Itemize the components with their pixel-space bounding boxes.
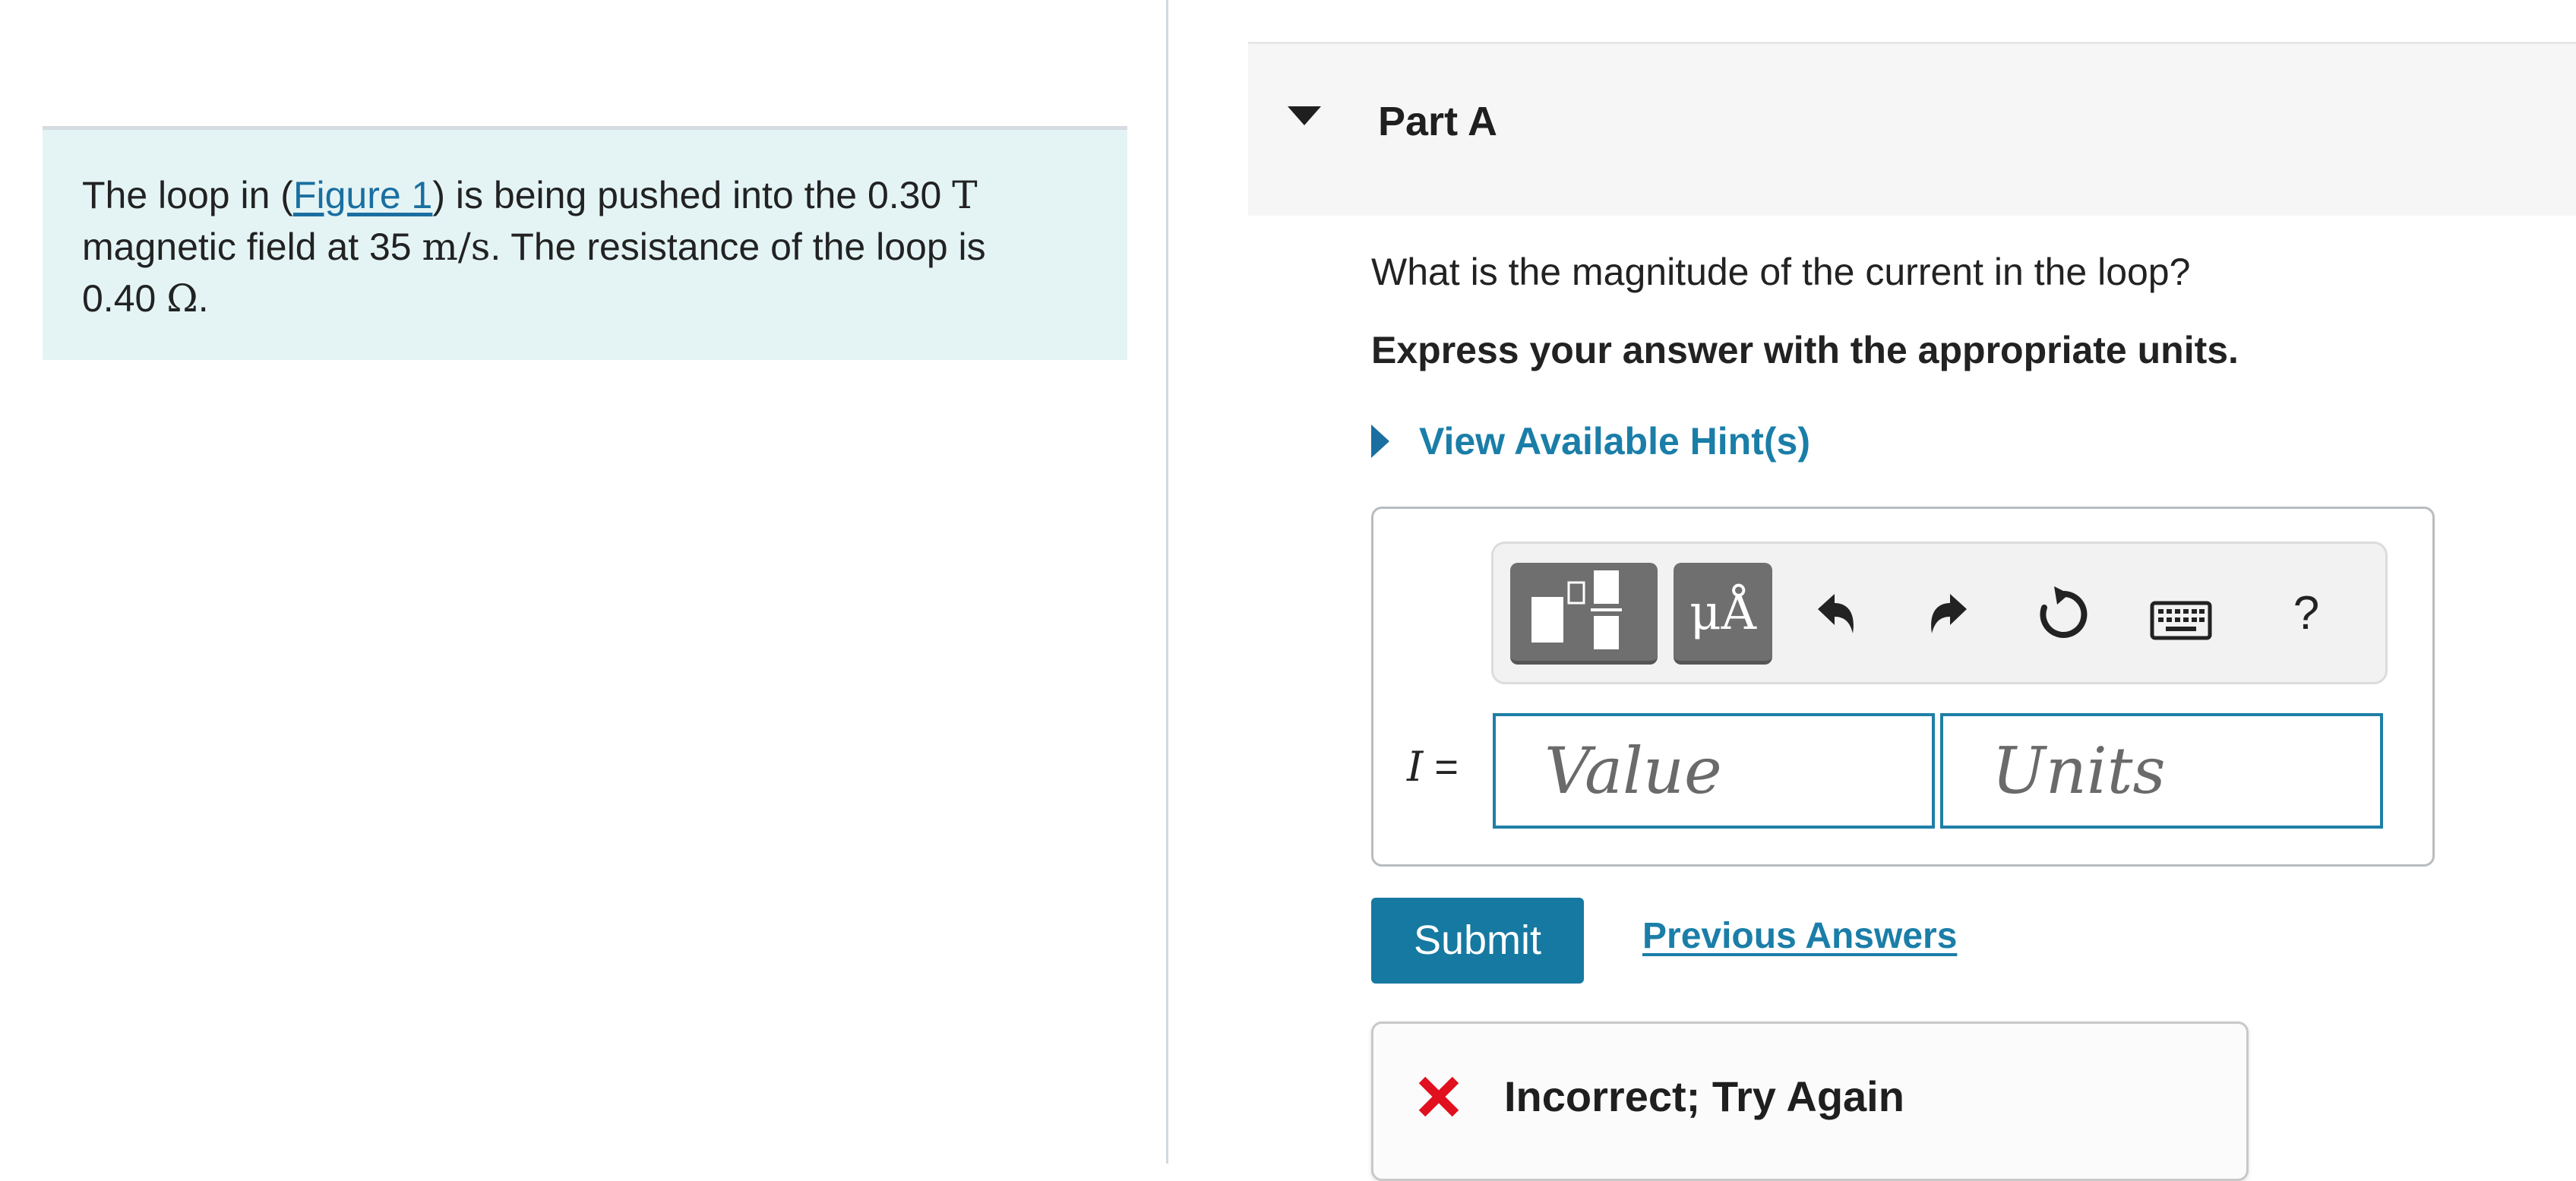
help-button[interactable]: ? (2268, 577, 2344, 653)
feedback-panel: Incorrect; Try Again (1371, 1022, 2249, 1181)
equals-sign: = (1423, 744, 1459, 790)
variable-symbol: I (1407, 743, 1424, 791)
question-text: What is the magnitude of the current in … (1371, 251, 2191, 293)
resistance-unit: Ω (166, 276, 198, 321)
feedback-message: Incorrect; Try Again (1504, 1072, 1904, 1120)
reset-button[interactable] (2025, 577, 2101, 653)
panel-divider (1166, 0, 1168, 1164)
undo-icon (1818, 594, 1854, 633)
problem-text-resistance: . The resistance of the loop is (490, 226, 986, 268)
templates-button[interactable] (1510, 563, 1658, 665)
submit-button[interactable]: Submit (1371, 898, 1584, 984)
previous-answers-link[interactable]: Previous Answers (1642, 911, 1957, 962)
value-input[interactable] (1493, 713, 1935, 829)
field-unit: T (952, 173, 978, 217)
resistance-value: 0.40 (82, 277, 167, 320)
view-hints-label: View Available Hint(s) (1419, 420, 1810, 463)
problem-statement: The loop in (Figure 1) is being pushed i… (43, 126, 1127, 360)
keyboard-button[interactable] (2143, 577, 2219, 653)
redo-icon (1931, 594, 1967, 633)
figure-link[interactable]: Figure 1 (293, 174, 432, 216)
undo-button[interactable] (1797, 577, 1873, 653)
speed-unit: m/s (422, 225, 491, 269)
reset-icon (2040, 586, 2088, 638)
fraction-template-icon (1531, 570, 1622, 649)
collapse-caret-icon[interactable] (1288, 106, 1321, 125)
math-toolbar: μÅ ? (1491, 542, 2388, 684)
units-symbol: μÅ (1689, 585, 1756, 641)
units-input[interactable] (1940, 713, 2383, 829)
problem-text-speed: magnetic field at 35 (82, 226, 422, 268)
problem-text-field: ) is being pushed into the 0.30 (432, 174, 953, 216)
part-a-header[interactable]: Part A (1248, 44, 2576, 216)
incorrect-x-icon (1418, 1076, 1459, 1117)
answer-box: μÅ ? I = Value Units (1371, 507, 2435, 867)
answer-instruction: Express your answer with the appropriate… (1371, 329, 2239, 371)
part-title: Part A (1378, 99, 1498, 144)
expand-caret-icon (1371, 425, 1389, 458)
units-button[interactable]: μÅ (1674, 563, 1772, 665)
keyboard-icon (2150, 601, 2212, 640)
problem-text-intro: The loop in ( (82, 174, 293, 216)
problem-text-period: . (198, 277, 209, 320)
redo-button[interactable] (1911, 577, 1987, 653)
variable-label: I = (1407, 737, 1459, 797)
